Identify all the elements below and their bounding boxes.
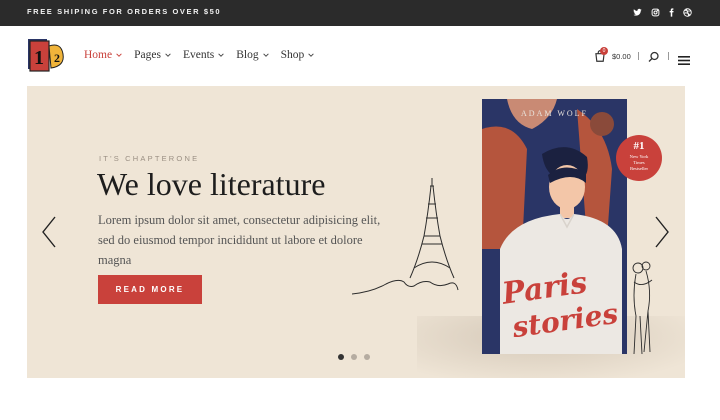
badge-text: New York Times Bestseller xyxy=(616,154,662,172)
top-announcement-bar: FREE SHIPING FOR ORDERS OVER $50 xyxy=(0,0,720,26)
next-slide-arrow[interactable] xyxy=(654,216,670,248)
chevron-down-icon xyxy=(308,53,315,57)
chevron-down-icon xyxy=(218,53,225,57)
shipping-notice: FREE SHIPING FOR ORDERS OVER $50 xyxy=(27,7,222,16)
bestseller-badge: #1 New York Times Bestseller xyxy=(616,135,662,181)
hero-pretitle: IT'S CHAPTERONE xyxy=(99,154,200,163)
cart-count-badge: 0 xyxy=(600,47,608,55)
nav-item-label: Shop xyxy=(280,49,305,61)
dribbble-icon[interactable] xyxy=(680,5,694,19)
nav-item-label: Events xyxy=(182,49,215,61)
nav-item-label: Pages xyxy=(134,49,161,61)
nav-item-label: Home xyxy=(84,49,113,61)
nav-item-pages[interactable]: Pages xyxy=(134,49,171,61)
logo-glyph-2: 2 xyxy=(54,51,60,65)
chevron-down-icon xyxy=(165,53,171,57)
cart-total[interactable]: $0.00 xyxy=(612,52,631,61)
read-more-button[interactable]: READ MORE xyxy=(98,275,202,304)
eiffel-tower-illustration xyxy=(352,178,459,295)
logo-glyph-1: 1 xyxy=(34,47,44,69)
chevron-down-icon xyxy=(116,53,122,57)
nav-item-blog[interactable]: Blog xyxy=(236,49,269,61)
badge-number: #1 xyxy=(633,140,645,152)
nav-item-home[interactable]: Home xyxy=(84,49,122,61)
previous-slide-arrow[interactable] xyxy=(41,216,57,248)
badge-line: Bestseller xyxy=(629,166,649,171)
nav-item-label: Blog xyxy=(236,49,259,61)
divider xyxy=(638,52,639,60)
main-navigation: Home Pages Events Blog Shop xyxy=(84,49,326,61)
hero-slider: IT'S CHAPTERONE We love literature Lorem… xyxy=(27,86,685,378)
nav-item-shop[interactable]: Shop xyxy=(281,49,315,61)
hamburger-menu-icon[interactable] xyxy=(678,52,690,65)
couple-illustration xyxy=(632,261,653,355)
book-author: ADAM WOLF xyxy=(521,109,588,118)
twitter-icon[interactable] xyxy=(630,5,644,19)
chevron-down-icon xyxy=(262,53,269,57)
slide-dot-1[interactable] xyxy=(338,354,344,360)
featured-book[interactable]: ADAM WOLF Paris stories #1 New York Time… xyxy=(482,99,662,354)
hero-title: We love literature xyxy=(97,166,326,202)
slide-dot-2[interactable] xyxy=(351,354,357,360)
facebook-icon[interactable] xyxy=(664,5,678,19)
instagram-icon[interactable] xyxy=(648,5,662,19)
site-header: 1 2 Home Pages Events Blog Shop 0 $0.00 xyxy=(0,26,720,86)
slider-pagination xyxy=(338,354,370,360)
divider xyxy=(668,52,669,60)
slide-dot-3[interactable] xyxy=(364,354,370,360)
search-icon[interactable] xyxy=(648,50,660,62)
nav-item-events[interactable]: Events xyxy=(182,49,225,61)
site-logo[interactable]: 1 2 xyxy=(27,38,73,72)
